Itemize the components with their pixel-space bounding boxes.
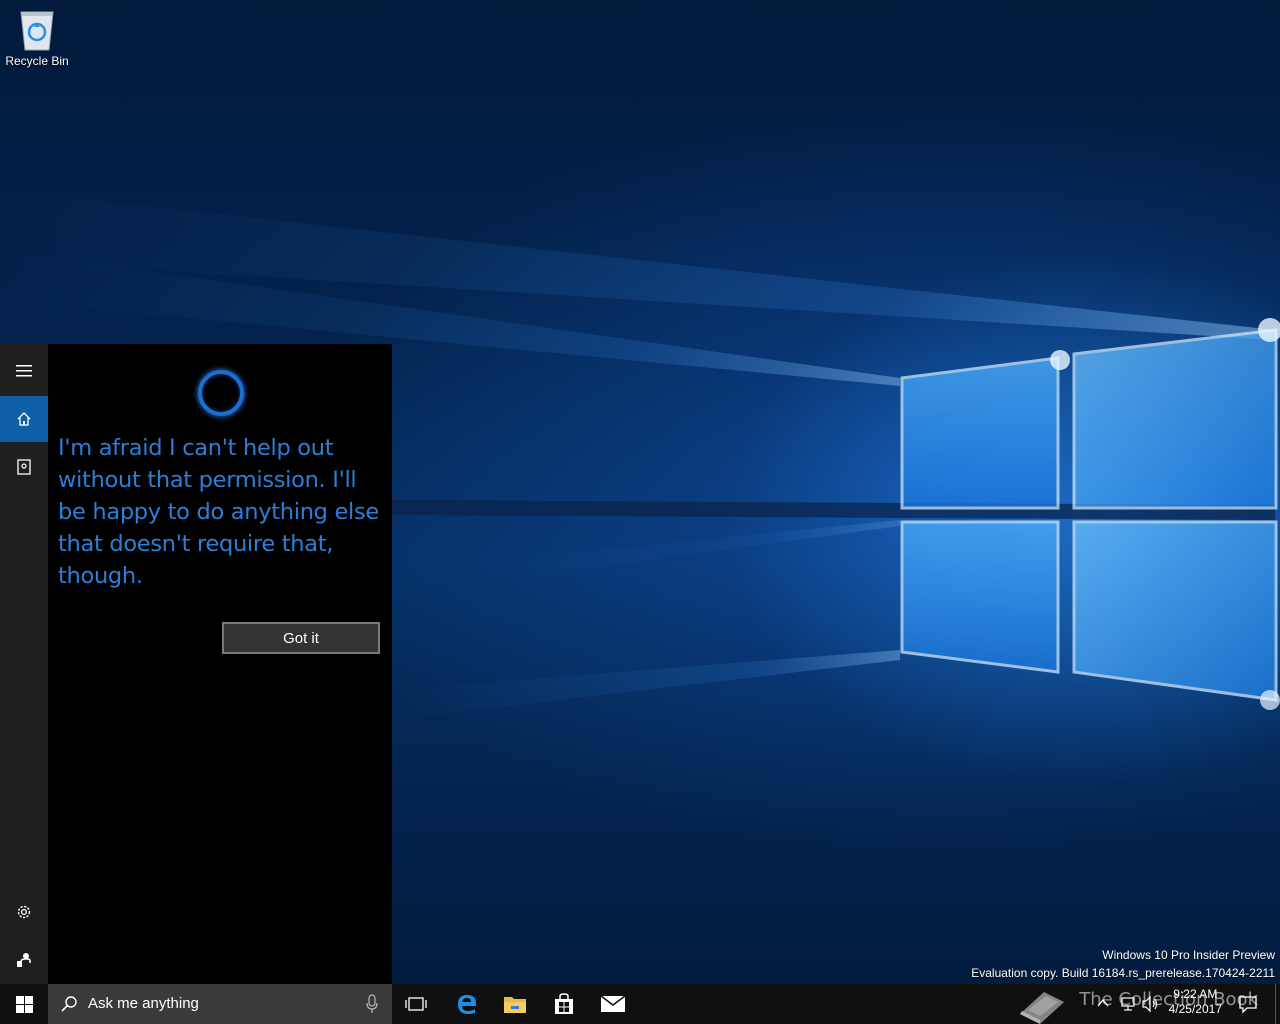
feedback-icon (17, 953, 31, 967)
notebook-button[interactable] (0, 444, 48, 490)
cortana-content: I'm afraid I can't help out without that… (48, 344, 392, 984)
notebook-icon (17, 459, 31, 475)
network-icon[interactable] (1120, 996, 1136, 1012)
cortana-logo-icon (198, 370, 244, 416)
search-placeholder: Ask me anything (88, 995, 199, 1012)
edge-browser-icon (458, 995, 476, 1014)
desktop-icon-recycle-bin[interactable]: Recycle Bin (4, 6, 70, 74)
search-icon (61, 996, 77, 1012)
task-view-icon (405, 997, 427, 1011)
edge-browser-button[interactable] (443, 984, 491, 1024)
store-button[interactable] (540, 984, 588, 1024)
settings-gear-icon (17, 905, 31, 919)
feedback-button[interactable] (0, 937, 48, 983)
file-explorer-icon (504, 997, 526, 1013)
watermark-edition: Windows 10 Pro Insider Preview (1102, 948, 1275, 962)
file-explorer-button[interactable] (491, 984, 539, 1024)
taskbar-clock[interactable]: 9:22 AM 4/25/2017 (1169, 987, 1222, 1017)
start-button[interactable] (0, 984, 48, 1024)
show-desktop-button[interactable] (1275, 984, 1280, 1024)
mail-button[interactable] (589, 984, 637, 1024)
cortana-response-text: I'm afraid I can't help out without that… (58, 435, 379, 589)
hamburger-menu-button[interactable] (0, 348, 48, 394)
windows-logo-icon (15, 995, 33, 1013)
recycle-bin-icon (20, 11, 54, 51)
watermark-build: Evaluation copy. Build 16184.rs_prerelea… (971, 966, 1275, 980)
settings-button[interactable] (0, 889, 48, 935)
got-it-button[interactable]: Got it (222, 622, 380, 654)
hamburger-menu-icon (16, 365, 32, 377)
action-center-icon[interactable] (1238, 994, 1258, 1014)
clock-time: 9:22 AM (1173, 987, 1218, 1001)
home-button[interactable] (0, 396, 48, 442)
taskbar: Ask me anything The Collection Book 9:22… (0, 984, 1280, 1024)
cortana-search-box[interactable]: Ask me anything (48, 984, 392, 1024)
chevron-up-icon[interactable] (1096, 996, 1110, 1010)
clock-date: 4/25/2017 (1168, 1002, 1222, 1016)
store-icon (555, 993, 573, 1014)
volume-icon[interactable] (1142, 996, 1160, 1012)
task-view-button[interactable] (392, 984, 440, 1024)
collection-book-logo-icon (1020, 992, 1064, 1024)
cortana-nav-rail (0, 344, 48, 984)
microphone-icon[interactable] (366, 994, 378, 1014)
cortana-panel: I'm afraid I can't help out without that… (0, 344, 392, 984)
recycle-bin-label: Recycle Bin (5, 54, 69, 68)
mail-icon (600, 995, 626, 1012)
build-watermark: Windows 10 Pro Insider Preview Evaluatio… (971, 946, 1275, 982)
home-icon (17, 412, 31, 426)
